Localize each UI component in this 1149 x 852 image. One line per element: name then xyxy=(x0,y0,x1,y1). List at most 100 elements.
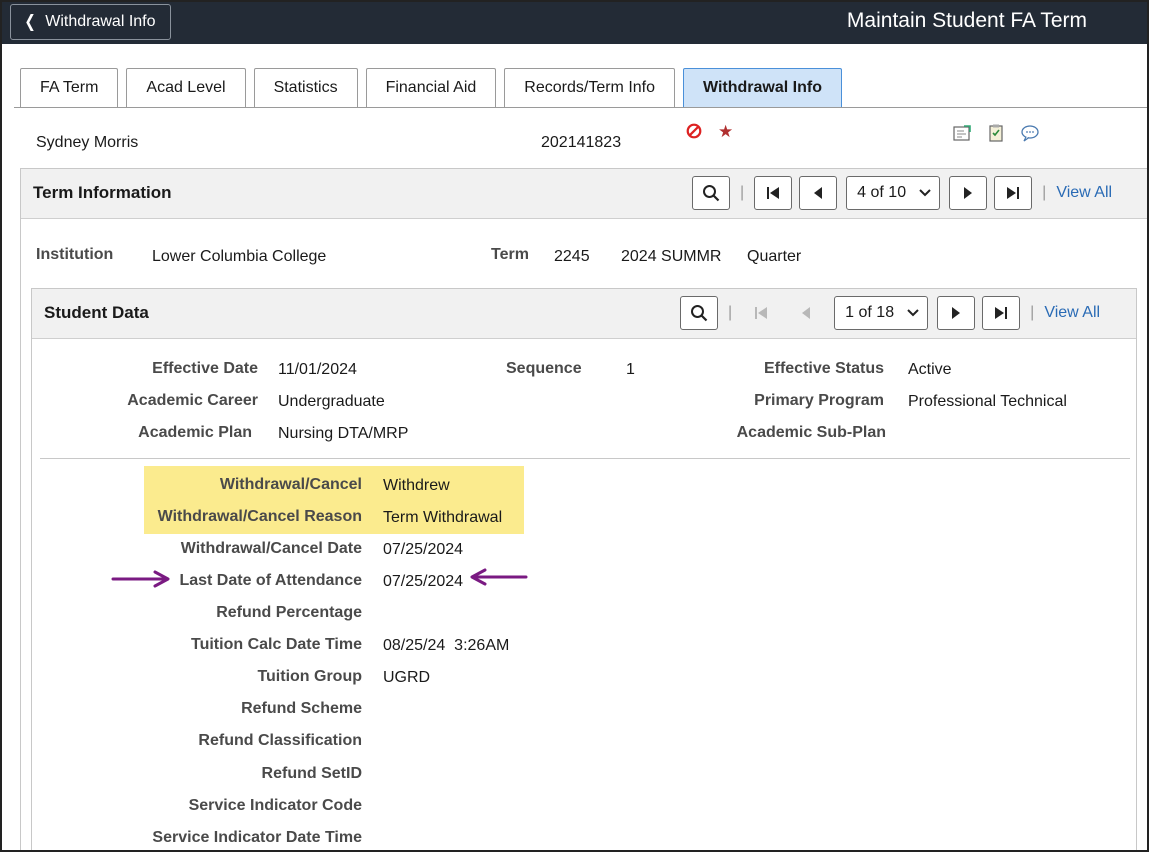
last-page-icon xyxy=(1007,187,1020,199)
term-label: Term xyxy=(491,246,529,263)
student-last-button[interactable] xyxy=(982,296,1021,330)
academic-subplan-label: Academic Sub-Plan xyxy=(736,424,886,441)
field-label: Withdrawal/Cancel Date xyxy=(180,540,362,557)
term-row-select-value: 4 of 10 xyxy=(857,184,907,201)
term-code: 2245 xyxy=(554,248,590,265)
arrow-right-icon xyxy=(111,570,170,588)
arrow-left-icon xyxy=(470,568,528,586)
field-label: Tuition Calc Date Time xyxy=(191,636,362,653)
separator: | xyxy=(740,184,745,201)
field-value: 07/25/2024 xyxy=(383,573,464,590)
academic-career-label: Academic Career xyxy=(127,392,258,409)
field-label: Refund Percentage xyxy=(216,604,362,621)
tab-fa-term[interactable]: FA Term xyxy=(20,68,119,107)
back-button-label: Withdrawal Info xyxy=(45,13,156,30)
student-row-select-value: 1 of 18 xyxy=(845,304,895,321)
sequence-value: 1 xyxy=(626,361,635,378)
tab-financial-aid[interactable]: Financial Aid xyxy=(365,68,497,107)
primary-program-label: Primary Program xyxy=(754,392,884,409)
notepad-icon[interactable] xyxy=(952,124,972,142)
separator: | xyxy=(1030,304,1035,321)
tab-label: Records/Term Info xyxy=(524,79,656,96)
institution-value: Lower Columbia College xyxy=(152,248,327,265)
chevron-down-icon xyxy=(919,189,931,197)
term-last-button[interactable] xyxy=(994,176,1033,210)
app-window: ❮ Withdrawal Info Maintain Student FA Te… xyxy=(0,0,1149,852)
tab-acad-level[interactable]: Acad Level xyxy=(126,68,246,107)
field-value: 08/25/24 3:26AM xyxy=(383,637,510,654)
student-name: Sydney Morris xyxy=(36,134,139,151)
top-bar: ❮ Withdrawal Info Maintain Student FA Te… xyxy=(2,2,1147,44)
search-icon xyxy=(703,185,720,202)
field-label: Withdrawal/Cancel Reason xyxy=(157,508,362,525)
student-next-button[interactable] xyxy=(937,296,976,330)
separator: | xyxy=(728,304,733,321)
term-navigation: | 4 of 10 | View All xyxy=(692,176,1112,210)
comment-icon[interactable] xyxy=(1020,124,1040,142)
field-value: Withdrew xyxy=(383,477,450,494)
tab-label: Withdrawal Info xyxy=(703,79,822,96)
student-data-navigation: | 1 of 18 | View All xyxy=(680,296,1100,330)
term-row-select[interactable]: 4 of 10 xyxy=(846,176,941,210)
tab-bar: FA Term Acad Level Statistics Financial … xyxy=(20,68,842,107)
student-first-button[interactable] xyxy=(742,296,780,330)
academic-plan-label: Academic Plan xyxy=(138,424,252,441)
field-label: Service Indicator Date Time xyxy=(152,829,362,846)
field-label: Refund Classification xyxy=(198,732,362,749)
field-label: Refund Scheme xyxy=(241,700,362,717)
effective-date-label: Effective Date xyxy=(152,360,258,377)
institution-label: Institution xyxy=(36,246,114,263)
chevron-left-icon: ❮ xyxy=(24,12,36,31)
tab-label: Acad Level xyxy=(146,79,226,96)
search-icon xyxy=(691,305,708,322)
clipboard-icon[interactable] xyxy=(986,124,1006,142)
student-row-select[interactable]: 1 of 18 xyxy=(834,296,929,330)
next-icon xyxy=(964,187,973,199)
term-first-button[interactable] xyxy=(754,176,793,210)
term-search-button[interactable] xyxy=(692,176,730,210)
student-previous-button[interactable] xyxy=(787,296,825,330)
tab-withdrawal-info[interactable]: Withdrawal Info xyxy=(683,68,842,107)
tab-statistics[interactable]: Statistics xyxy=(253,68,358,107)
effective-date-value: 11/01/2024 xyxy=(278,361,357,378)
term-type: Quarter xyxy=(747,248,802,265)
tab-divider xyxy=(14,107,1147,108)
term-view-all-link[interactable]: View All xyxy=(1056,184,1112,202)
first-page-icon xyxy=(767,187,780,199)
student-search-button[interactable] xyxy=(680,296,718,330)
section-divider xyxy=(40,458,1130,459)
tab-label: Financial Aid xyxy=(385,79,477,96)
term-information-title: Term Information xyxy=(33,183,172,202)
term-previous-button[interactable] xyxy=(799,176,838,210)
page-title: Maintain Student FA Term xyxy=(846,9,1087,32)
next-icon xyxy=(952,307,961,319)
chevron-down-icon xyxy=(907,309,919,317)
field-label: Tuition Group xyxy=(257,668,362,685)
field-label: Service Indicator Code xyxy=(188,797,362,814)
student-view-all-link[interactable]: View All xyxy=(1044,304,1100,322)
term-information-header: Term Information | 4 of 10 | View All xyxy=(21,169,1147,219)
term-information-box: Term Information | 4 of 10 | View All In… xyxy=(20,168,1147,850)
previous-icon xyxy=(802,307,811,319)
previous-icon xyxy=(814,187,823,199)
sequence-label: Sequence xyxy=(506,360,582,377)
field-label: Withdrawal/Cancel xyxy=(219,476,362,493)
academic-career-value: Undergraduate xyxy=(278,393,385,410)
effective-status-value: Active xyxy=(908,361,952,378)
star-icon[interactable]: ★ xyxy=(718,123,733,140)
field-label: Refund SetID xyxy=(261,765,362,782)
tab-label: Statistics xyxy=(273,79,338,96)
tab-records-term-info[interactable]: Records/Term Info xyxy=(504,68,676,107)
no-entry-icon[interactable] xyxy=(686,123,702,139)
field-value: 07/25/2024 xyxy=(383,541,464,558)
first-page-icon xyxy=(755,307,768,319)
academic-plan-value: Nursing DTA/MRP xyxy=(278,425,409,442)
term-next-button[interactable] xyxy=(949,176,988,210)
effective-status-label: Effective Status xyxy=(763,360,884,377)
separator: | xyxy=(1042,184,1047,201)
field-value: UGRD xyxy=(383,669,431,686)
student-data-header: Student Data | 1 of 18 | View All xyxy=(32,289,1136,339)
primary-program-value: Professional Technical xyxy=(908,393,1067,410)
student-id: 202141823 xyxy=(541,134,622,151)
back-button[interactable]: ❮ Withdrawal Info xyxy=(10,4,171,40)
